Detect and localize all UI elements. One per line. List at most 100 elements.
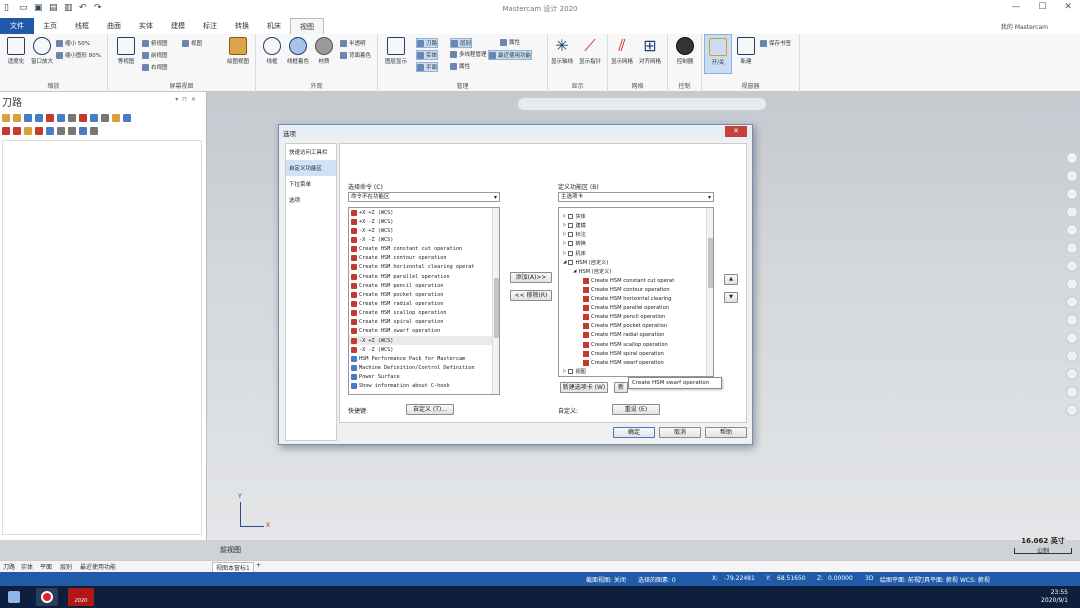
ribbon-tree-node[interactable]: Create HSM scallop operation	[559, 340, 713, 349]
translucency-button[interactable]: 半透明	[340, 39, 366, 47]
maximize-button[interactable]: ☐	[1038, 2, 1046, 12]
tab-wireframe[interactable]: 线框	[66, 18, 98, 34]
command-item[interactable]: Create HSM pocket operation	[349, 290, 499, 299]
layers-icon[interactable]	[1066, 350, 1078, 362]
ribbon-tree-node[interactable]: Create HSM swarf operation	[559, 358, 713, 367]
tab-solids[interactable]: 实体	[130, 18, 162, 34]
backplot-icon[interactable]	[46, 114, 54, 122]
solids-toggle[interactable]: 实体	[416, 50, 439, 60]
command-item[interactable]: Machine Definition/Control Definition	[349, 363, 499, 372]
show-axes-button[interactable]: ✳ 显示轴线	[548, 34, 576, 66]
new-viewsheet-button[interactable]: 新建	[732, 34, 760, 65]
red-marker-icon[interactable]	[1066, 332, 1078, 344]
tab-transform[interactable]: 转换	[226, 18, 258, 34]
ribbon-tree-node[interactable]: ▷ 转换	[559, 239, 713, 248]
ribbon-tree-node[interactable]: ▷ 机床	[559, 249, 713, 258]
start-icon[interactable]	[8, 591, 20, 603]
graphics-view-button[interactable]: 绘图视图	[224, 34, 252, 65]
wcs-status[interactable]: WCS: 俯视	[960, 575, 990, 584]
planes-toggle[interactable]: 平面	[416, 62, 439, 72]
ribbon-tree-node[interactable]: Create HSM radial operation	[559, 331, 713, 340]
wireframe-button[interactable]: 线框	[258, 34, 286, 65]
zoom-in-icon[interactable]	[1066, 152, 1078, 164]
move-up-icon[interactable]	[13, 127, 21, 135]
ribbon-tree-node[interactable]: Create HSM contour operation	[559, 285, 713, 294]
ribbon-tree-node[interactable]: ◢ HSM (自定义)	[559, 258, 713, 267]
command-item[interactable]: -X -Z (WCS)	[349, 345, 499, 354]
shaded-button[interactable]: 线框着色	[284, 34, 312, 65]
show-gnomon-button[interactable]: ⟋ 显示指针	[576, 34, 604, 66]
command-item[interactable]: +X -Z (WCS)	[349, 217, 499, 226]
options-icon[interactable]	[90, 127, 98, 135]
saved-view-button[interactable]: 视图	[182, 39, 202, 47]
recorder-task-button[interactable]	[36, 588, 58, 606]
customize-shortcut-button[interactable]: 自定义 (T)...	[406, 404, 454, 415]
command-item[interactable]: Create HSM radial operation	[349, 299, 499, 308]
nav-dropdown-menu[interactable]: 下拉菜单	[286, 176, 336, 192]
post-icon[interactable]	[79, 114, 87, 122]
ribbon-tree-node[interactable]: Create HSM pencil operation	[559, 313, 713, 322]
ribbon-tree-node[interactable]: Create HSM constant cut operat	[559, 276, 713, 285]
regenerate-icon[interactable]	[24, 114, 32, 122]
tab-machine[interactable]: 机床	[258, 18, 290, 34]
expand-arrow-icon[interactable]: ▷	[563, 369, 566, 374]
isometric-icon[interactable]	[1066, 314, 1078, 326]
show-grid-button[interactable]: ⫽ 显示网格	[608, 34, 636, 66]
panel-pin-icon[interactable]: ⊓	[182, 96, 191, 103]
remove-button[interactable]: << 移除(R)	[510, 290, 552, 301]
window-zoom-button[interactable]: 窗口放大	[28, 34, 56, 65]
ribbon-tree-node[interactable]: ▷ 建模	[559, 221, 713, 230]
add-button[interactable]: 添加(A)>>	[510, 272, 552, 283]
command-item[interactable]: Create HSM constant cut operation	[349, 245, 499, 254]
toolpath-tree[interactable]	[2, 140, 202, 535]
properties-button[interactable]: 属性	[500, 38, 520, 46]
toggle-display-icon[interactable]	[46, 127, 54, 135]
command-item[interactable]: Create HSM spiral operation	[349, 318, 499, 327]
delete-icon[interactable]	[101, 114, 109, 122]
command-item[interactable]: Create HSM swarf operation	[349, 327, 499, 336]
move-up-button[interactable]: ▲	[724, 274, 738, 285]
backside-button[interactable]: 背面着色	[340, 51, 371, 59]
dialog-close-button[interactable]: ✕	[725, 126, 747, 137]
bottom-tab-levels[interactable]: 层别	[60, 562, 72, 571]
ribbon-tree-node[interactable]: ▷ 视图	[559, 367, 713, 376]
move-down-button[interactable]: ▼	[724, 292, 738, 303]
shade-icon[interactable]	[1066, 296, 1078, 308]
top-view-button[interactable]: 俯视图	[142, 39, 168, 47]
controller-button[interactable]: 控制器	[671, 34, 699, 65]
viewsheet-toggle-button[interactable]: 开/关	[704, 34, 732, 74]
bottom-tab-solids[interactable]: 实体	[21, 562, 33, 571]
tree-checkbox[interactable]	[568, 250, 574, 256]
command-item[interactable]: -X +Z (WCS)	[349, 335, 499, 346]
expand-arrow-icon[interactable]: ◢	[563, 260, 566, 265]
ribbon-tree-node[interactable]: Create HSM spiral operation	[559, 349, 713, 358]
multi-threading-button[interactable]: 多线程管理	[450, 50, 487, 58]
tab-view[interactable]: 视图	[290, 18, 324, 34]
right-view-button[interactable]: 右视图	[142, 63, 168, 71]
camera-icon[interactable]	[1066, 260, 1078, 272]
collapse-icon[interactable]	[68, 127, 76, 135]
help-icon[interactable]	[123, 114, 131, 122]
unzoom-50-button[interactable]: 缩小 50%	[56, 39, 90, 47]
ok-button[interactable]: 确定	[613, 427, 655, 438]
help-button[interactable]: 帮助	[705, 427, 747, 438]
expand-arrow-icon[interactable]: ▷	[563, 232, 566, 237]
ribbon-tree-node[interactable]: Create HSM horizontal clearing	[559, 294, 713, 303]
section-view-status[interactable]: 截面视图: 关闭	[586, 575, 626, 584]
ribbon-tree[interactable]: ▷ 实体 ▷ 建模 ▷ 标注 ▷ 转换 ▷ 机床 ◢ HSM (自定义) ◢ HSM (自定义) Creat…	[558, 207, 714, 377]
tree-checkbox[interactable]	[568, 241, 574, 247]
attributes-button[interactable]: 属性	[450, 62, 470, 70]
expand-icon[interactable]	[57, 127, 65, 135]
insert-arrow-icon[interactable]	[24, 127, 32, 135]
tree-scrollbar[interactable]	[706, 208, 713, 376]
tab-surfaces[interactable]: 曲面	[98, 18, 130, 34]
ribbon-tree-node[interactable]: ▷ 实体	[559, 212, 713, 221]
unzoom-80-button[interactable]: 缩小图形 80%	[56, 51, 101, 59]
bottom-tab-toolpaths[interactable]: 刀路	[3, 562, 15, 571]
expand-arrow-icon[interactable]: ▷	[563, 223, 566, 228]
display-control-button[interactable]: 图层显示	[382, 34, 410, 65]
regenerate-dirty-icon[interactable]	[35, 114, 43, 122]
tab-file[interactable]: 文件	[0, 18, 34, 34]
command-item[interactable]: Create HSM contour operation	[349, 254, 499, 263]
verify-icon[interactable]	[57, 114, 65, 122]
